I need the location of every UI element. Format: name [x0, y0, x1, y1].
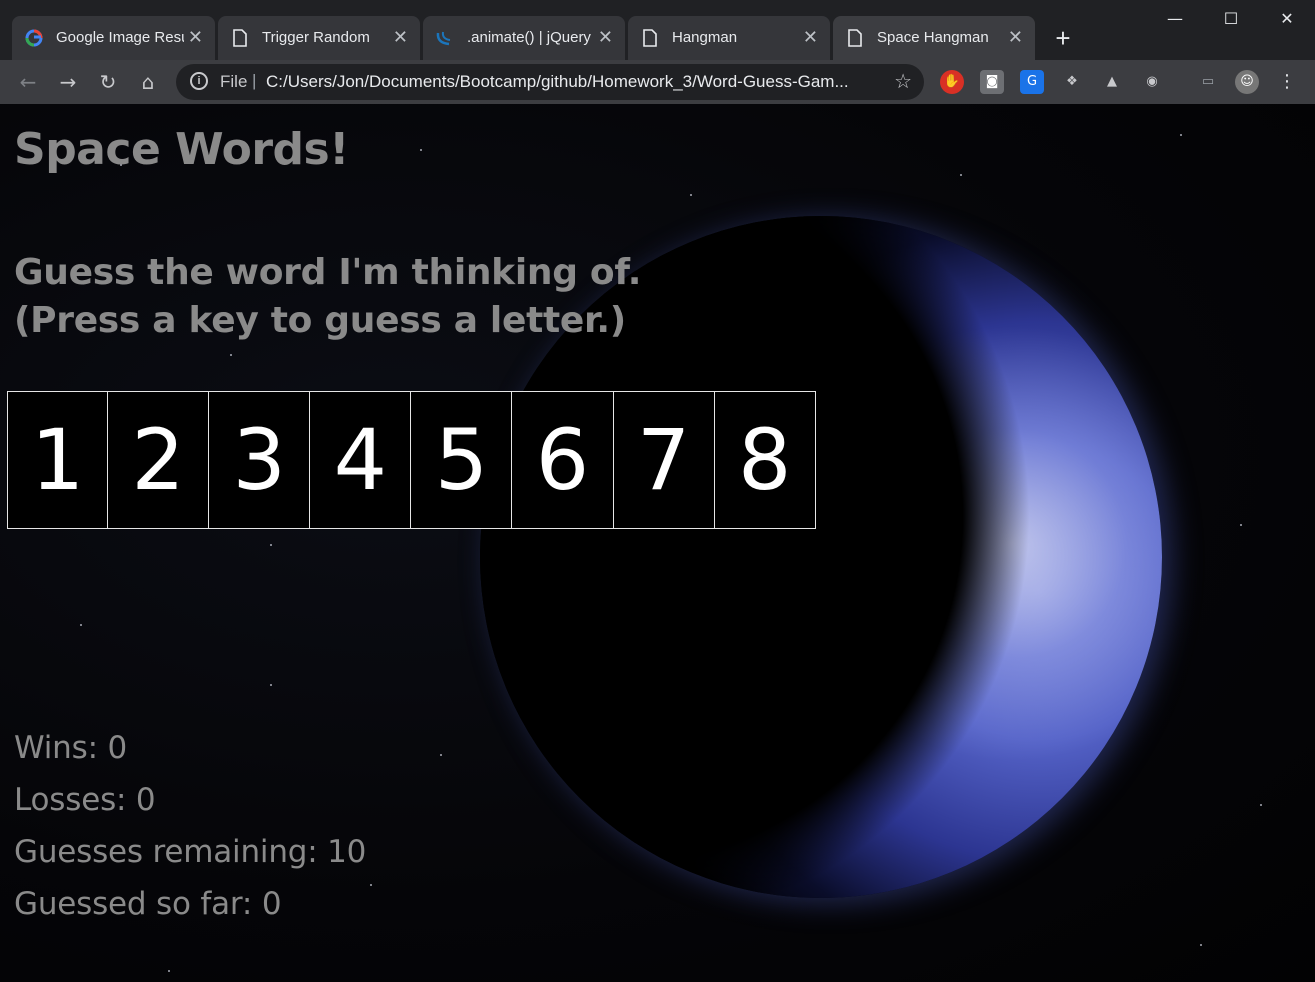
- tab-title: Trigger Random: [262, 29, 370, 46]
- url-text[interactable]: C:/Users/Jon/Documents/Bootcamp/github/H…: [266, 72, 866, 92]
- menu-icon[interactable]: ⋮: [1275, 70, 1299, 94]
- tab-title: Hangman: [672, 29, 738, 46]
- letter-slot: 2: [108, 391, 210, 529]
- tab-strip: Google Image Resu ✕ Trigger Random ✕ .an…: [0, 0, 1315, 60]
- camera-extension-icon[interactable]: ◙: [980, 70, 1004, 94]
- maximize-icon[interactable]: ☐: [1203, 0, 1259, 38]
- home-icon[interactable]: ⌂: [132, 66, 164, 98]
- word-slots: 1 2 3 4 5 6 7 8: [7, 391, 816, 529]
- instruction-line-2: (Press a key to guess a letter.): [14, 300, 626, 341]
- page-icon: [640, 28, 660, 48]
- back-icon[interactable]: ←: [12, 66, 44, 98]
- game-page: Space Words! Guess the word I'm thinking…: [0, 104, 1315, 982]
- letter-slot: 7: [613, 391, 715, 529]
- dropbox-extension-icon[interactable]: ❖: [1060, 70, 1084, 94]
- jquery-icon: [435, 28, 455, 48]
- close-tab-icon[interactable]: ✕: [803, 27, 818, 47]
- game-title: Space Words!: [14, 124, 349, 175]
- browser-toolbar: ← → ↻ ⌂ i File | C:/Users/Jon/Documents/…: [0, 60, 1315, 104]
- info-icon[interactable]: i: [190, 72, 208, 90]
- close-tab-icon[interactable]: ✕: [1008, 27, 1023, 47]
- letter-slot: 8: [714, 391, 816, 529]
- letter-slot: 4: [310, 391, 412, 529]
- tab-hangman[interactable]: Hangman ✕: [628, 16, 830, 60]
- cast-icon[interactable]: ▭: [1196, 70, 1220, 94]
- bookmark-star-icon[interactable]: ☆: [894, 69, 912, 94]
- google-icon: [24, 28, 44, 48]
- letter-slot: 1: [7, 391, 109, 529]
- close-window-icon[interactable]: ✕: [1259, 0, 1315, 38]
- drive-extension-icon[interactable]: ▲: [1100, 70, 1124, 94]
- letter-slot: 5: [411, 391, 513, 529]
- close-tab-icon[interactable]: ✕: [598, 27, 613, 47]
- tab-title: .animate() | jQuery: [467, 29, 591, 46]
- new-tab-button[interactable]: +: [1048, 24, 1078, 54]
- guesses-remaining: Guesses remaining: 10: [14, 834, 367, 870]
- losses-count: Losses: 0: [14, 782, 156, 818]
- tab-google-image-results[interactable]: Google Image Resu ✕: [12, 16, 215, 60]
- guessed-so-far: Guessed so far: 0: [14, 886, 282, 922]
- tab-space-hangman[interactable]: Space Hangman ✕: [833, 16, 1035, 60]
- wins-count: Wins: 0: [14, 730, 128, 766]
- translate-extension-icon[interactable]: G: [1020, 70, 1044, 94]
- adblock-extension-icon[interactable]: ✋: [940, 70, 964, 94]
- reload-icon[interactable]: ↻: [92, 66, 124, 98]
- profile-avatar[interactable]: ☺: [1235, 70, 1259, 94]
- lightbulb-extension-icon[interactable]: ◉: [1140, 70, 1164, 94]
- letter-slot: 6: [512, 391, 614, 529]
- close-tab-icon[interactable]: ✕: [188, 27, 203, 47]
- letter-slot: 3: [209, 391, 311, 529]
- url-scheme: File: [220, 72, 248, 91]
- tab-jquery-animate[interactable]: .animate() | jQuery ✕: [423, 16, 625, 60]
- tab-title: Space Hangman: [877, 29, 989, 46]
- forward-icon[interactable]: →: [52, 66, 84, 98]
- close-tab-icon[interactable]: ✕: [393, 27, 408, 47]
- page-icon: [230, 28, 250, 48]
- tab-trigger-random[interactable]: Trigger Random ✕: [218, 16, 420, 60]
- minimize-icon[interactable]: —: [1147, 0, 1203, 38]
- url-separator: |: [252, 71, 257, 90]
- address-bar[interactable]: i File | C:/Users/Jon/Documents/Bootcamp…: [176, 64, 924, 100]
- page-icon: [845, 28, 865, 48]
- tab-title: Google Image Resu: [56, 29, 184, 46]
- instruction-line-1: Guess the word I'm thinking of.: [14, 252, 642, 293]
